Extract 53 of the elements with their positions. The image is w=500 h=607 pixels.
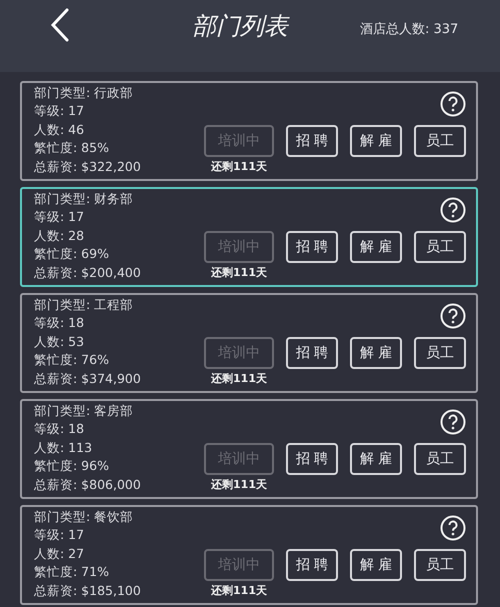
action-button[interactable]: 员工 [414,125,466,157]
action-button[interactable]: 解 雇 [350,337,402,369]
department-detail: 总薪资: $806,000 [34,476,142,494]
hotel-total-staff: 酒店总人数: 337 [360,21,460,38]
department-detail: 人数: 113 [34,438,94,457]
department-detail: 总薪资: $200,400 [34,264,142,282]
action-button[interactable]: 招 聘 [286,549,338,581]
department-detail: 繁忙度: 96% [34,457,110,476]
days-remaining: 还剩111天 [211,265,267,280]
department-detail: 人数: 46 [34,120,86,139]
back-icon[interactable] [50,8,70,42]
action-button[interactable]: 招 聘 [286,125,338,157]
help-icon[interactable] [440,409,466,435]
days-remaining: 还剩111天 [211,159,267,174]
department-detail: 人数: 53 [34,332,86,351]
department-detail: 等级: 17 [34,526,86,544]
page-title: 部门列表 [191,11,291,42]
days-remaining: 还剩111天 [211,583,267,598]
help-icon[interactable] [440,303,466,329]
department-detail: 部门类型: 行政部 [34,84,134,102]
department-detail: 人数: 28 [34,226,86,245]
department-detail: 等级: 17 [34,208,86,226]
help-icon[interactable] [440,91,466,117]
department-detail: 总薪资: $185,100 [34,582,142,600]
department-detail: 等级: 18 [34,420,86,438]
department-detail: 人数: 27 [34,544,86,563]
days-remaining: 还剩111天 [211,477,267,492]
action-button[interactable]: 员工 [414,231,466,263]
department-detail: 部门类型: 客房部 [34,402,134,420]
action-button[interactable]: 员工 [414,443,466,475]
action-button[interactable]: 解 雇 [350,125,402,157]
department-detail: 总薪资: $322,200 [34,158,142,176]
action-button[interactable]: 解 雇 [350,549,402,581]
action-button[interactable]: 员工 [414,337,466,369]
action-button[interactable]: 招 聘 [286,231,338,263]
department-detail: 繁忙度: 69% [34,245,110,264]
days-remaining: 还剩111天 [211,371,267,386]
help-icon[interactable] [440,197,466,223]
action-button[interactable]: 招 聘 [286,443,338,475]
department-detail: 部门类型: 工程部 [34,296,134,314]
action-button[interactable]: 招 聘 [286,337,338,369]
department-detail: 繁忙度: 85% [34,139,110,158]
department-detail: 繁忙度: 71% [34,563,110,582]
department-detail: 总薪资: $374,900 [34,370,142,388]
department-detail: 部门类型: 财务部 [34,190,134,208]
department-detail: 等级: 17 [34,102,86,120]
action-button[interactable]: 解 雇 [350,231,402,263]
action-button[interactable]: 解 雇 [350,443,402,475]
department-detail: 繁忙度: 76% [34,351,110,370]
action-button[interactable]: 员工 [414,549,466,581]
department-detail: 等级: 18 [34,314,86,332]
department-detail: 部门类型: 餐饮部 [34,508,134,526]
help-icon[interactable] [440,515,466,541]
